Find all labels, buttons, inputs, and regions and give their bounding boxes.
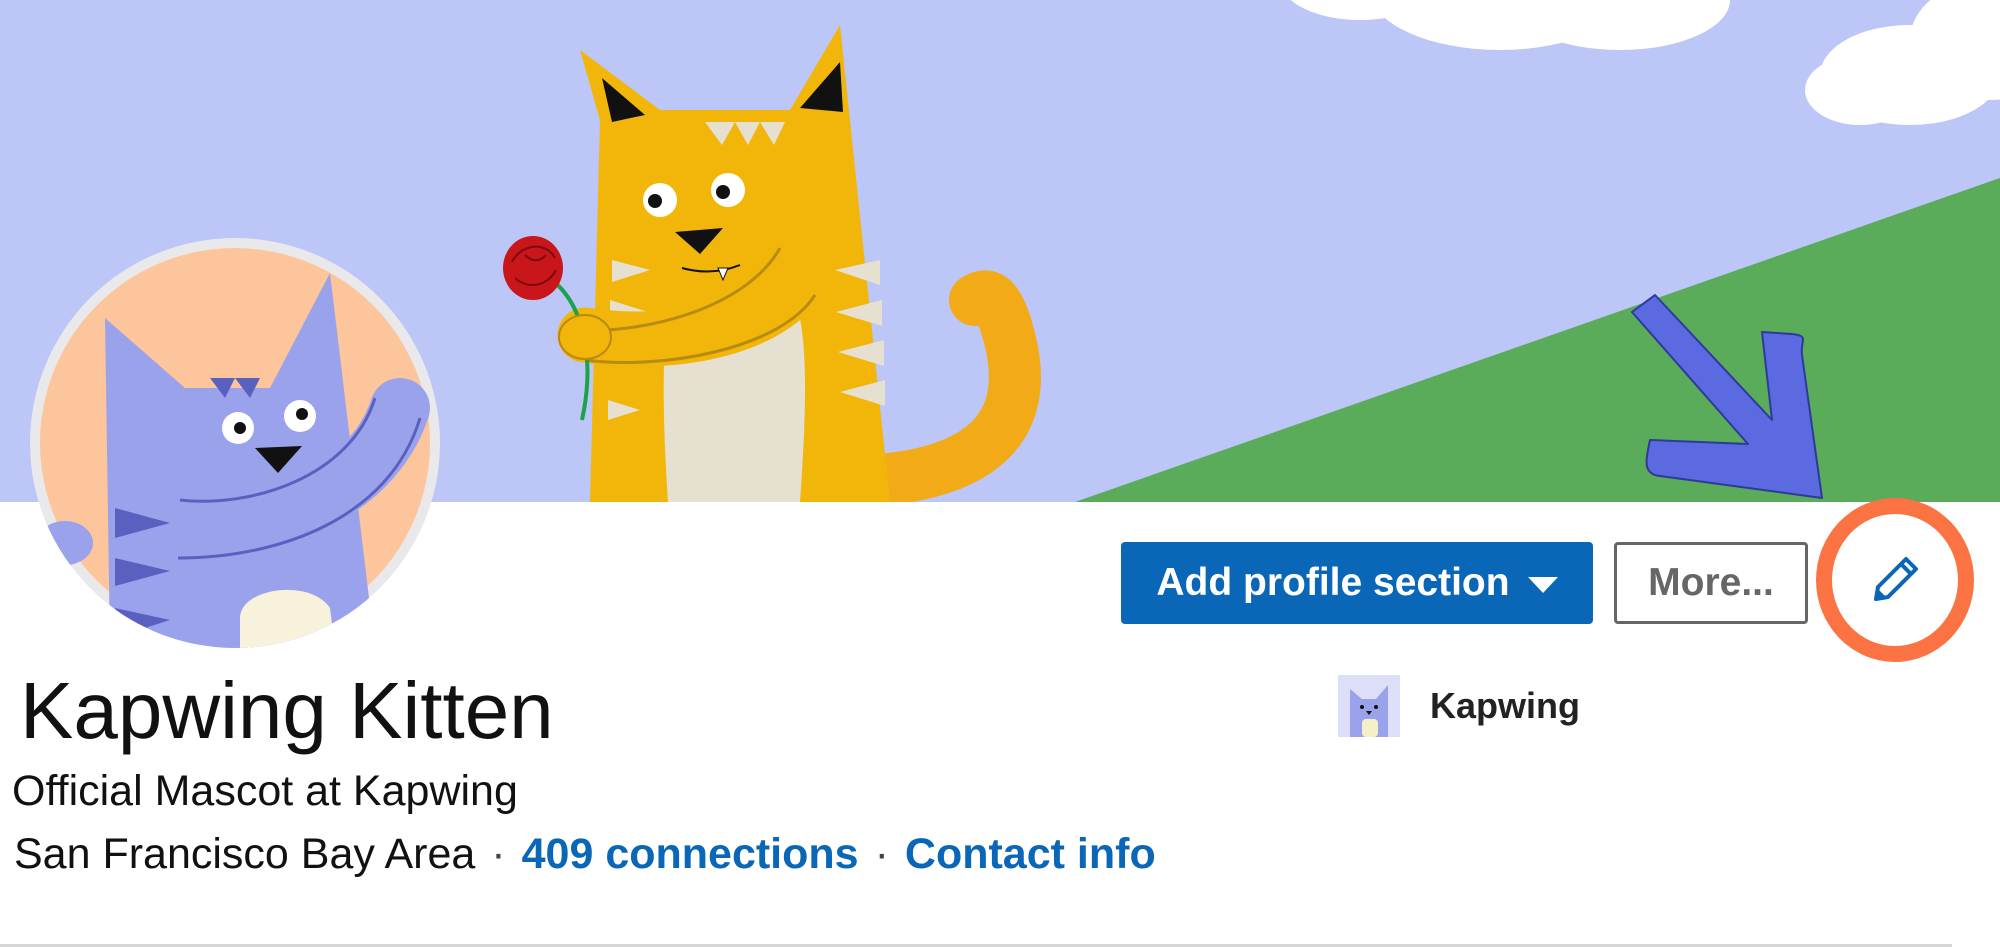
more-button[interactable]: More... [1614, 542, 1808, 624]
separator-dot: · [874, 830, 889, 878]
add-profile-section-button[interactable]: Add profile section [1121, 542, 1593, 624]
cloud-right [1805, 0, 2000, 125]
caret-down-icon [1527, 577, 1558, 593]
rose-icon [503, 236, 563, 300]
cloud-top [1290, 0, 1730, 50]
avatar-illustration [37, 248, 430, 648]
yellow-cat-illustration [503, 25, 1041, 502]
kapwing-logo-icon [1338, 675, 1400, 737]
profile-name: Kapwing Kitten [20, 666, 554, 755]
green-hill [1075, 178, 2000, 502]
profile-meta: San Francisco Bay Area · 409 connections · C… [14, 829, 1156, 879]
profile-location: San Francisco Bay Area [14, 830, 476, 878]
pencil-icon [1874, 557, 1918, 601]
separator-dot: · [491, 830, 506, 878]
edit-profile-button[interactable] [1816, 498, 1974, 662]
add-profile-section-label: Add profile section [1156, 561, 1510, 604]
company-logo [1338, 675, 1400, 737]
connections-link[interactable]: 409 connections [522, 830, 859, 878]
current-company[interactable]: Kapwing [1338, 675, 1580, 737]
profile-headline: Official Mascot at Kapwing [12, 767, 518, 815]
contact-info-link[interactable]: Contact info [905, 830, 1156, 878]
company-name: Kapwing [1430, 685, 1580, 726]
profile-avatar[interactable] [30, 238, 440, 648]
more-label: More... [1648, 561, 1774, 604]
